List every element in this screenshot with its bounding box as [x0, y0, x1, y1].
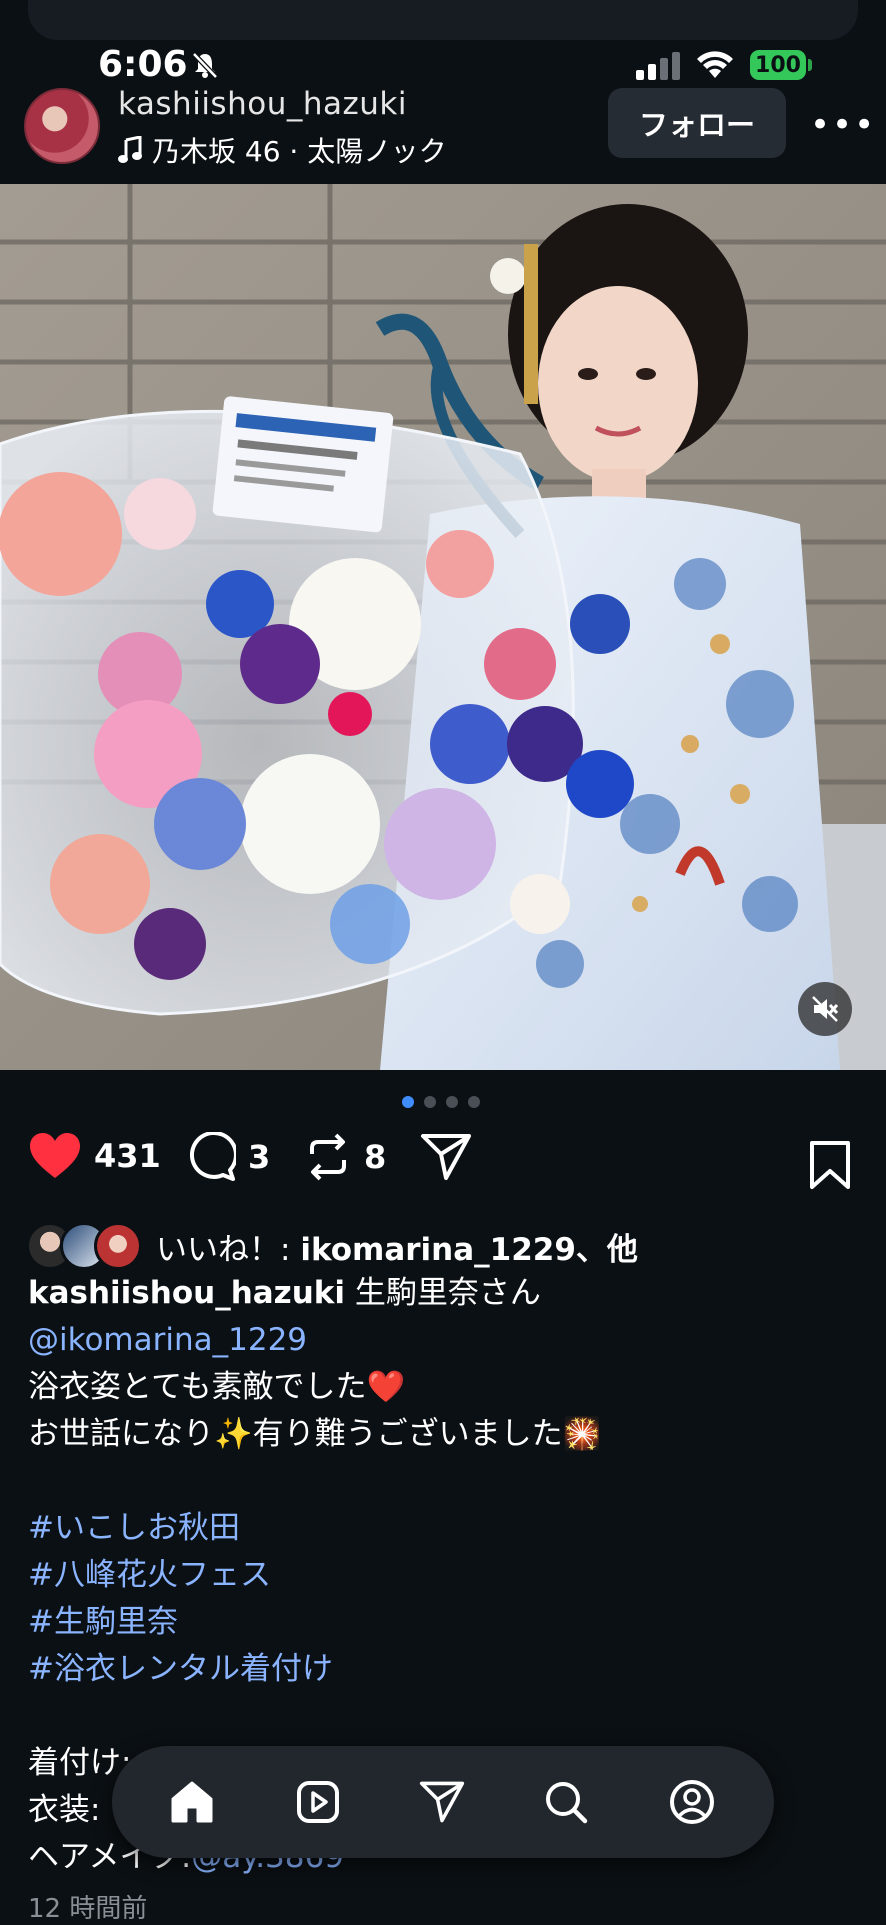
caption-author[interactable]: kashiishou_hazuki	[28, 1275, 345, 1311]
profile-icon	[670, 1780, 714, 1824]
hashtag[interactable]: #八峰花火フェス	[28, 1552, 868, 1599]
liked-by-row[interactable]: いいね！: ikomarina_1229、他	[26, 1222, 638, 1270]
search-icon	[546, 1782, 588, 1824]
reels-icon	[297, 1781, 339, 1823]
carousel-dot	[446, 1096, 458, 1108]
repost-count: 8	[364, 1138, 387, 1176]
author-avatar[interactable]	[24, 88, 100, 164]
repost-button[interactable]: 8	[304, 1132, 386, 1182]
status-time: 6:06	[98, 44, 188, 85]
author-username[interactable]: kashiishou_hazuki	[118, 86, 407, 122]
bell-muted-icon	[192, 52, 218, 79]
home-icon	[171, 1781, 213, 1823]
caption-text: 生駒里奈さん	[345, 1275, 541, 1311]
more-options-icon[interactable]: •••	[810, 105, 876, 145]
nav-profile[interactable]	[666, 1776, 718, 1828]
carousel-dot	[402, 1096, 414, 1108]
heart-icon	[30, 1133, 80, 1178]
follow-button[interactable]: フォロー	[608, 88, 786, 158]
carousel-dot	[468, 1096, 480, 1108]
speaker-muted-icon	[812, 996, 839, 1022]
liker-avatar	[94, 1222, 142, 1270]
carousel-dot	[424, 1096, 436, 1108]
caption-line: kashiishou_hazuki 生駒里奈さん	[28, 1270, 868, 1317]
battery-indicator: 100	[750, 50, 806, 80]
liked-by-text: いいね！: ikomarina_1229、他	[156, 1224, 638, 1269]
hashtag[interactable]: #生駒里奈	[28, 1599, 868, 1646]
nav-home[interactable]	[166, 1776, 218, 1828]
caption-line: お世話になり✨有り難うございました🎇	[28, 1416, 602, 1452]
caption-line: 浴衣姿とても素敵でした❤️	[28, 1369, 406, 1405]
liked-by-prefix: いいね！:	[156, 1231, 301, 1268]
liked-by-suffix: 、他	[575, 1231, 638, 1268]
post-time: 12 時間前	[28, 1894, 148, 1924]
send-icon	[419, 1781, 465, 1823]
mute-toggle[interactable]	[798, 982, 852, 1036]
repost-icon	[310, 1133, 346, 1181]
comment-count: 3	[248, 1138, 271, 1176]
carousel-indicator	[402, 1096, 480, 1108]
wifi-icon	[697, 51, 733, 78]
caption-mention[interactable]: @ikomarina_1229	[28, 1317, 868, 1364]
comment-icon	[190, 1132, 236, 1181]
post-photo[interactable]	[0, 184, 886, 1070]
nav-search[interactable]	[540, 1776, 592, 1828]
liked-by-user[interactable]: ikomarina_1229	[300, 1232, 576, 1268]
nav-reels[interactable]	[292, 1776, 344, 1828]
music-attribution[interactable]: 乃木坂 46 · 太陽ノック	[118, 130, 447, 170]
action-bar: 431 3 8	[0, 1132, 886, 1196]
previous-post-fade	[28, 0, 858, 40]
hashtag[interactable]: #いこしお秋田	[28, 1505, 868, 1552]
battery-tip	[808, 59, 812, 71]
nav-messages[interactable]	[416, 1776, 468, 1828]
comment-button[interactable]: 3	[186, 1132, 270, 1182]
cellular-signal-icon	[636, 52, 680, 80]
music-note-icon	[118, 136, 142, 163]
send-icon	[421, 1134, 471, 1180]
hashtag[interactable]: #浴衣レンタル着付け	[28, 1646, 868, 1693]
bookmark-icon[interactable]	[808, 1140, 852, 1190]
share-button[interactable]	[420, 1132, 472, 1182]
photo-illustration	[0, 184, 886, 1070]
bottom-navigation	[112, 1746, 774, 1858]
like-count: 431	[94, 1137, 161, 1175]
music-label: 乃木坂 46 · 太陽ノック	[152, 135, 447, 168]
like-button[interactable]: 431	[28, 1132, 161, 1180]
